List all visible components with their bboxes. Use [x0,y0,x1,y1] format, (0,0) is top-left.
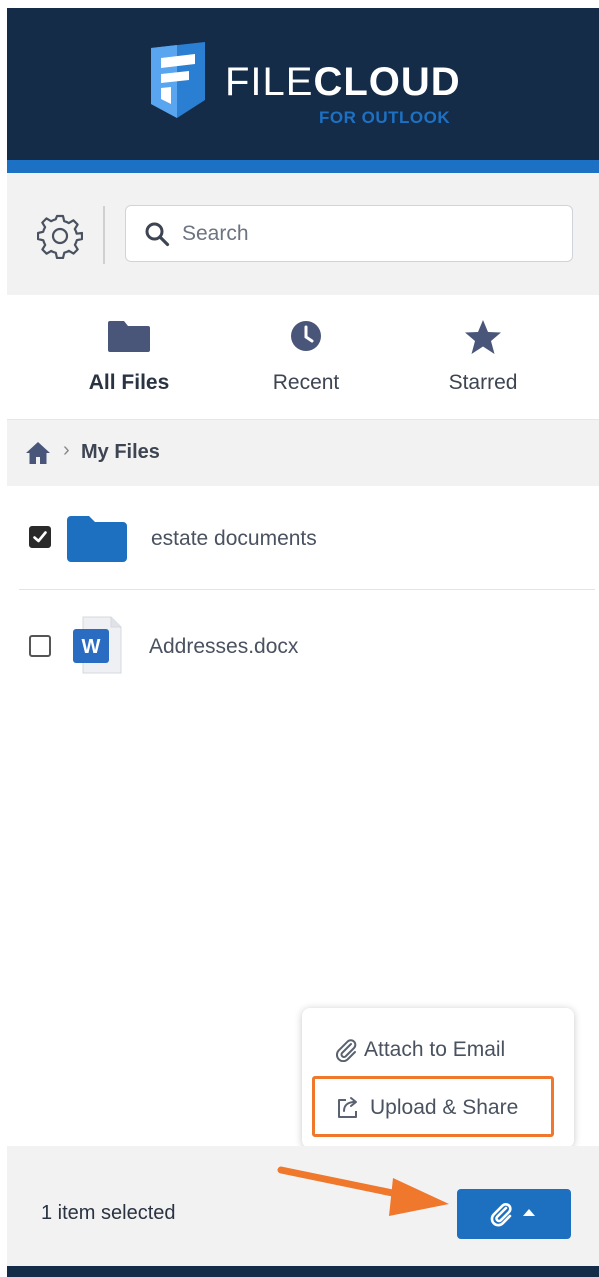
clock-icon [291,321,321,351]
brand-name: FILECLOUD [225,60,461,104]
word-document-icon: W [73,616,122,674]
file-name: estate documents [151,527,317,550]
breadcrumb: › My Files [7,420,599,486]
file-row[interactable]: estate documents [19,486,595,590]
attach-options-menu: Attach to Email Upload & Share [302,1008,574,1148]
checkmark-icon [33,531,47,543]
row-checkbox[interactable] [29,526,51,548]
file-name: Addresses.docx [149,635,299,658]
caret-up-icon [523,1209,535,1216]
tab-label: All Files [88,371,170,394]
tab-all-files[interactable]: All Files [41,295,217,420]
tab-label: Recent [272,371,340,394]
paperclip-icon [336,1039,357,1062]
folder-icon [67,516,127,562]
filecloud-logo-icon [151,42,205,118]
tab-bar: All Files Recent Starred [7,295,599,425]
selection-status: 1 item selected [41,1202,176,1224]
breadcrumb-current[interactable]: My Files [81,441,160,464]
folder-icon [108,321,150,352]
tab-starred[interactable]: Starred [395,295,571,420]
header: FILECLOUD FOR OUTLOOK [7,8,599,160]
filecloud-panel: FILECLOUD FOR OUTLOOK All Files [7,8,599,1277]
svg-text:W: W [82,636,101,658]
bottom-bar [7,1266,599,1277]
tab-recent[interactable]: Recent [218,295,394,420]
menu-item-attach-to-email[interactable]: Attach to Email [302,1024,574,1076]
row-checkbox[interactable] [29,635,51,657]
gear-icon[interactable] [37,213,83,259]
brand-subtitle: FOR OUTLOOK [319,108,451,127]
paperclip-icon [490,1202,512,1227]
menu-item-label: Attach to Email [364,1038,506,1061]
file-row[interactable]: W Addresses.docx [7,591,599,695]
attach-dropdown-button[interactable] [457,1189,571,1239]
search-box[interactable] [125,205,573,262]
header-accent-bar [7,160,599,173]
home-icon[interactable] [25,441,51,465]
search-icon [145,222,170,247]
share-icon [338,1097,357,1118]
toolbar [7,173,599,295]
star-icon [465,320,501,354]
menu-item-upload-and-share[interactable]: Upload & Share [302,1082,574,1134]
toolbar-divider [103,206,105,264]
search-input[interactable] [182,216,552,252]
menu-item-label: Upload & Share [370,1096,519,1119]
tab-label: Starred [448,371,518,394]
breadcrumb-separator: › [63,439,70,461]
annotation-arrow-icon [277,1166,449,1216]
